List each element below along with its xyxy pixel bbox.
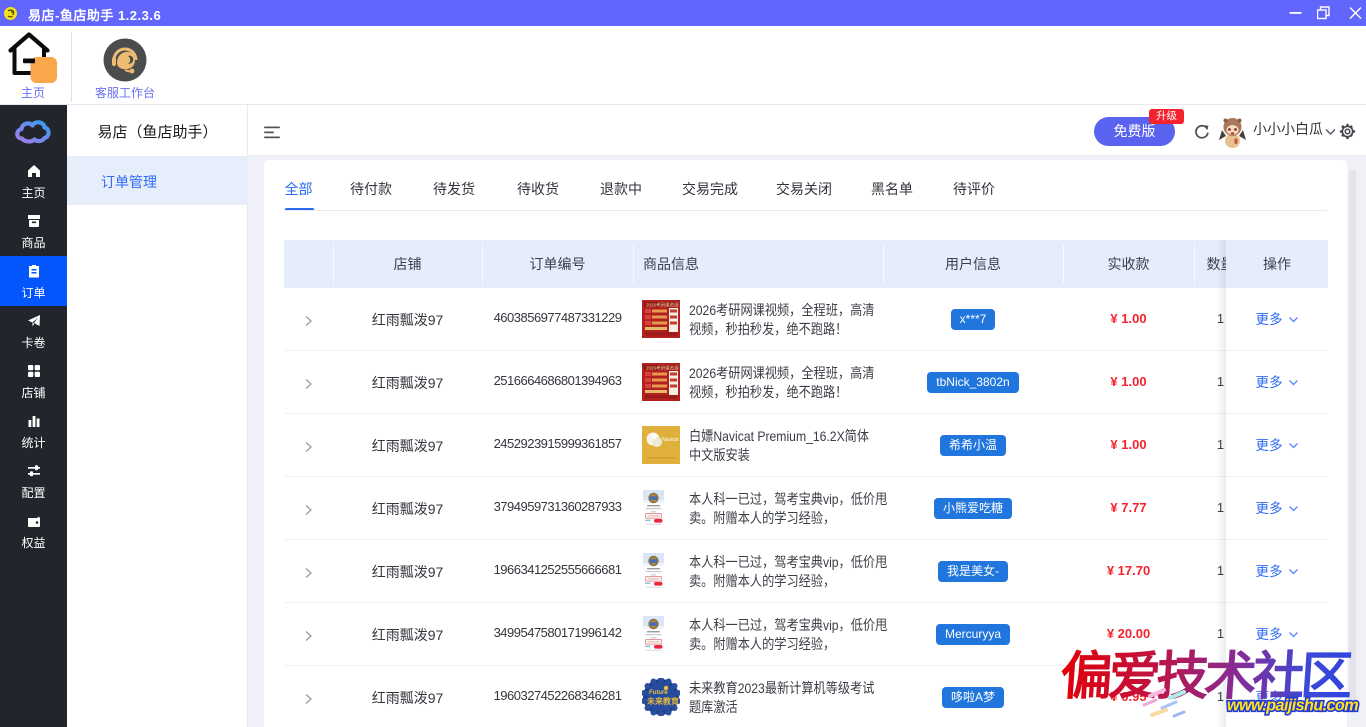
svg-text:Navicat: Navicat (662, 437, 679, 443)
svg-text:未来教育: 未来教育 (646, 696, 679, 706)
svg-text:www.paijishu.com: www.paijishu.com (1227, 697, 1358, 715)
svg-text:2026考研课资源: 2026考研课资源 (646, 302, 679, 309)
svg-text:Future: Future (649, 690, 668, 696)
svg-text:2026考研课资源: 2026考研课资源 (646, 365, 679, 372)
